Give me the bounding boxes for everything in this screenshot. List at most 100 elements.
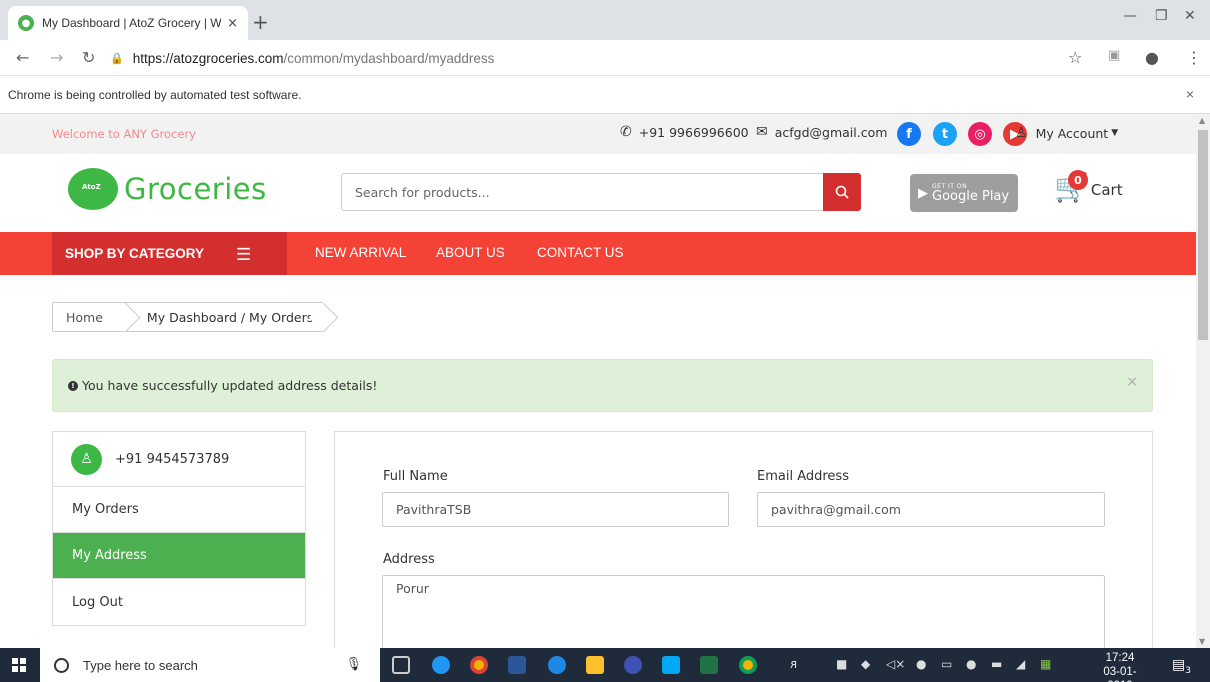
address-form-panel: Full Name Email Address Address Porur [334,431,1153,648]
tray-app-icon[interactable]: ◆ [861,657,870,671]
profile-icon[interactable]: ● [1145,48,1159,67]
menu-link-about-us[interactable]: ABOUT US [436,245,505,260]
site-logo[interactable]: Groceries [68,168,267,210]
phone-number: +91 9966996600 [638,124,749,140]
bookmark-star-icon[interactable]: ☆ [1068,48,1082,67]
product-search [341,173,861,211]
twitter-icon[interactable]: t [933,122,957,146]
url-path: /common/mydashboard/myaddress [283,50,495,66]
google-play-badge[interactable]: ▶ GET IT ON Google Play [910,174,1018,212]
minimize-icon[interactable]: — [1123,8,1137,24]
task-view-icon[interactable] [392,656,410,674]
email-contact[interactable]: ✉ acfgd@gmail.com [756,124,887,140]
email-label: Email Address [757,469,849,484]
url-field[interactable]: 🔒 https://atozgroceries.com/common/mydas… [110,44,1050,72]
avatar: ♙ [71,443,102,475]
tab-close-icon[interactable]: × [227,16,238,31]
scroll-up-icon[interactable]: ▲ [1199,116,1205,125]
back-icon[interactable]: ← [16,48,29,67]
address-label: Address [383,552,435,567]
sidebar-item-my-orders[interactable]: My Orders [53,487,305,533]
menu-link-new-arrival[interactable]: NEW ARRIVAL [315,245,406,260]
infobar-close-icon[interactable]: × [1186,86,1194,102]
tray-app-icon[interactable]: ● [916,657,926,671]
sticky-notes-icon[interactable] [586,656,604,674]
mail-icon: ✉ [756,124,768,140]
email-field[interactable] [757,492,1105,527]
cortana-icon [54,657,69,673]
wifi-icon[interactable]: ◢ [1016,657,1025,671]
facebook-icon[interactable]: f [897,122,921,146]
word-icon[interactable] [508,656,526,674]
phone-icon: ✆ [620,124,632,140]
breadcrumb-home-label: Home [66,309,103,325]
browser-tab[interactable]: ● My Dashboard | AtoZ Grocery | W × [8,6,248,40]
breadcrumb-current[interactable]: My Dashboard / My Orders [124,302,339,333]
my-account-menu[interactable]: ♙ My Account ▼ [1015,125,1118,141]
restore-icon[interactable]: ❐ [1155,8,1168,24]
shop-by-category-label: SHOP BY CATEGORY [65,246,205,261]
user-phone: +91 9454573789 [115,451,230,467]
cart-button[interactable]: 🛒 0 Cart [1054,170,1123,202]
menu-link-contact-us[interactable]: CONTACT US [537,245,624,260]
tray-app-icon[interactable]: ▭ [941,657,952,671]
chrome-icon[interactable] [470,656,488,674]
scroll-down-icon[interactable]: ▼ [1199,637,1205,646]
browser-tab-strip: ● My Dashboard | AtoZ Grocery | W × + — … [0,0,1210,40]
instagram-icon[interactable]: ◎ [968,122,992,146]
window-close-icon[interactable]: ✕ [1184,8,1196,24]
shop-by-category-button[interactable]: SHOP BY CATEGORY ☰ [52,232,287,275]
app-icon[interactable] [624,656,642,674]
notification-center-icon[interactable]: ▤3 [1172,657,1191,676]
volume-icon[interactable]: ◁× [886,657,905,671]
alert-close-icon[interactable]: × [1126,374,1138,390]
app-icon[interactable] [662,656,680,674]
my-account-label: My Account [1035,125,1109,141]
user-info: ♙ +91 9454573789 [53,432,305,487]
site-favicon-icon: ● [18,15,34,31]
extension-icon[interactable]: ▣ [1108,48,1120,63]
people-icon[interactable]: ᴙ [790,657,797,671]
chrome-menu-icon[interactable]: ⋮ [1186,48,1202,67]
tray-app-icon[interactable]: ■ [836,657,847,671]
gplay-big-text: Google Play [932,188,1010,204]
sidebar-item-my-address[interactable]: My Address [53,533,305,579]
user-icon: ♙ [1015,125,1028,141]
battery-icon[interactable]: ▬ [991,657,1002,671]
sidebar-item-label: My Orders [72,502,139,517]
tray-app-icon[interactable]: ● [966,657,976,671]
sidebar-item-log-out[interactable]: Log Out [53,579,305,625]
taskbar-search[interactable]: Type here to search 🎙 [40,648,380,682]
new-tab-button[interactable]: + [252,10,269,34]
full-name-label: Full Name [383,469,448,484]
cart-icon: 🛒 0 [1054,170,1089,202]
microphone-icon[interactable]: 🎙 [345,656,362,672]
chrome-icon[interactable] [739,656,757,674]
reload-icon[interactable]: ↻ [82,48,95,67]
hamburger-icon: ☰ [236,245,252,264]
scrollbar-thumb[interactable] [1198,130,1208,340]
page-scrollbar[interactable]: ▲ ▼ [1196,114,1210,648]
edge-icon[interactable] [548,656,566,674]
windows-start-icon[interactable] [12,658,26,672]
breadcrumb: Home My Dashboard / My Orders [52,302,339,333]
info-icon: ! [68,380,78,391]
forward-icon[interactable]: → [50,48,63,67]
taskbar-clock[interactable]: 17:24 03-01-2019 [1095,651,1145,682]
excel-icon[interactable] [700,656,718,674]
search-input[interactable] [342,174,812,210]
full-name-field[interactable] [382,492,729,527]
search-icon [835,185,849,199]
notification-count: 3 [1185,665,1191,676]
search-button[interactable] [823,173,861,211]
play-icon: ▶ [918,185,928,201]
tray-app-icon[interactable]: ▦ [1040,657,1051,671]
phone-contact: ✆ +91 9966996600 [620,124,749,140]
cart-count-badge: 0 [1068,170,1088,190]
page-viewport: Welcome to ANY Grocery ✆ +91 9966996600 … [0,114,1196,648]
main-menu: SHOP BY CATEGORY ☰ NEW ARRIVAL ABOUT US … [0,232,1196,275]
alert-message: You have successfully updated address de… [82,378,378,393]
breadcrumb-home[interactable]: Home [52,302,141,333]
app-icon[interactable] [432,656,450,674]
address-field[interactable]: Porur [382,575,1105,648]
